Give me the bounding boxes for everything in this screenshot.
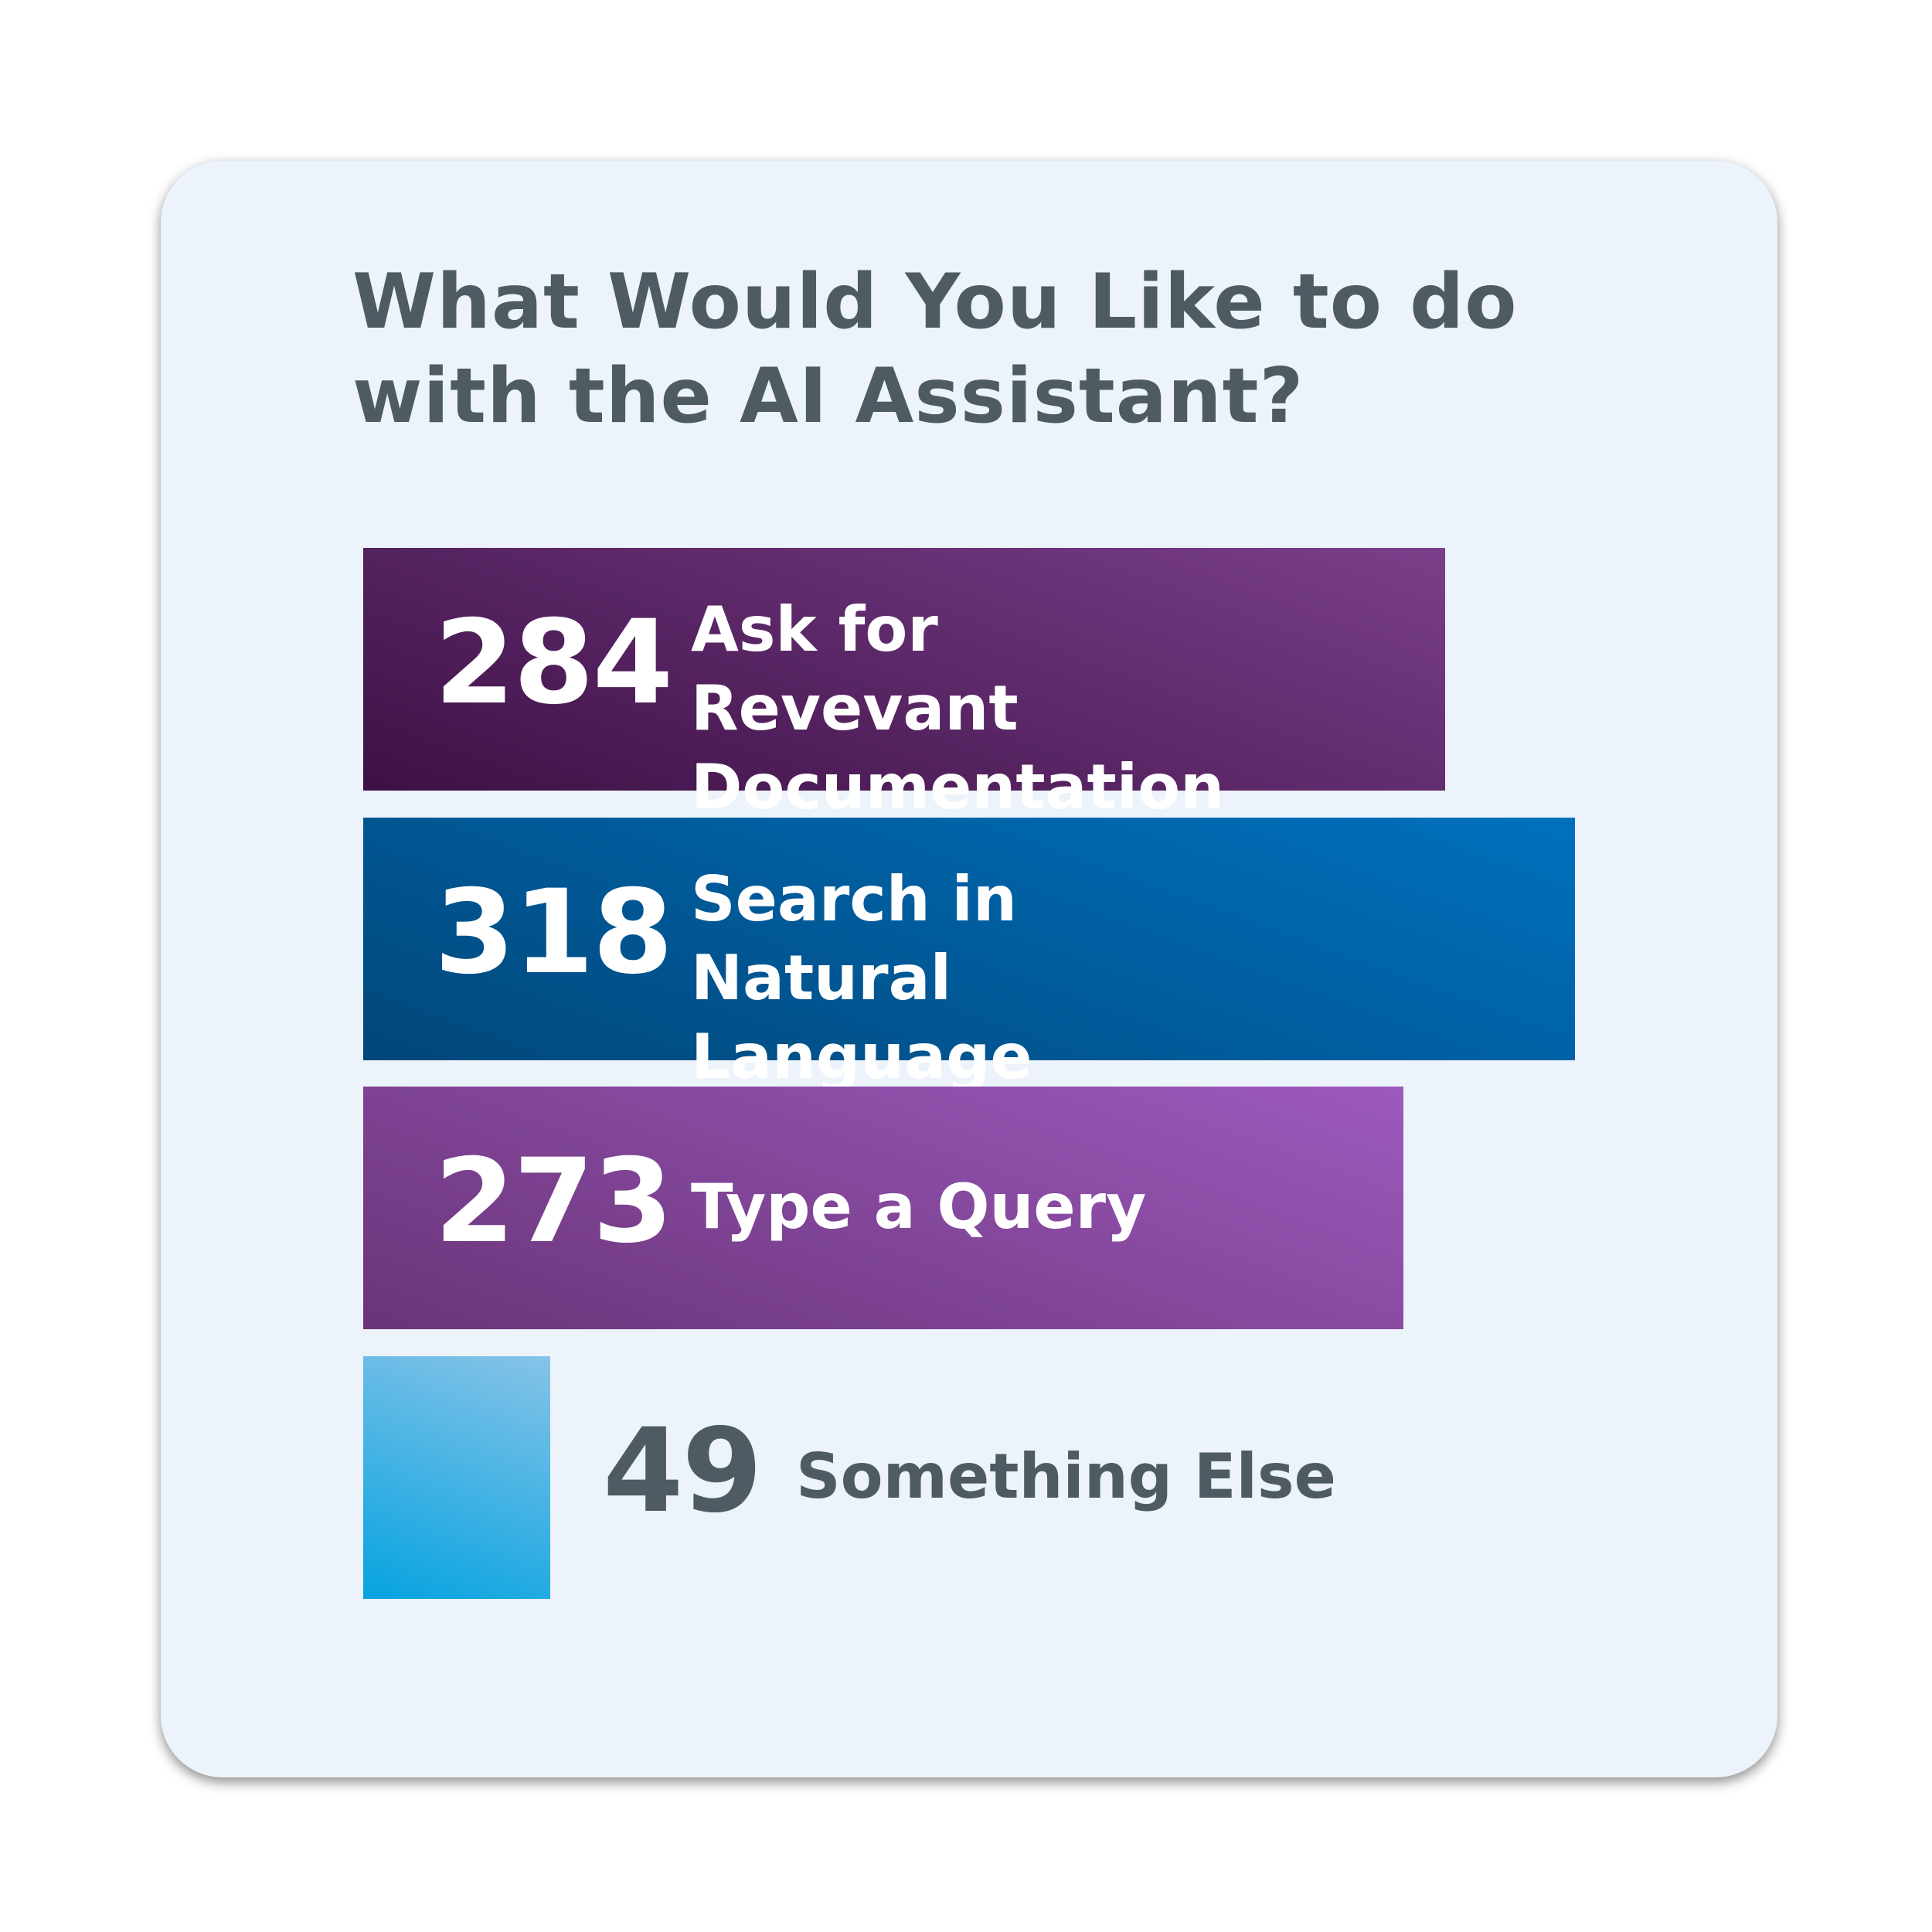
value-label: 318 (434, 866, 673, 1000)
category-label: Something Else (796, 1440, 1336, 1512)
value-label: 273 (434, 1134, 673, 1269)
category-label: Ask for Revevant Documentation (691, 594, 1225, 823)
value-label: 49 (603, 1404, 763, 1539)
category-label: Type a Query (691, 1171, 1147, 1243)
category-label: Search in Natural Language (691, 863, 1032, 1093)
bar-3 (363, 1356, 550, 1599)
value-label: 284 (434, 596, 673, 730)
chart-title: What Would You Like to do with the AI As… (352, 258, 1518, 440)
